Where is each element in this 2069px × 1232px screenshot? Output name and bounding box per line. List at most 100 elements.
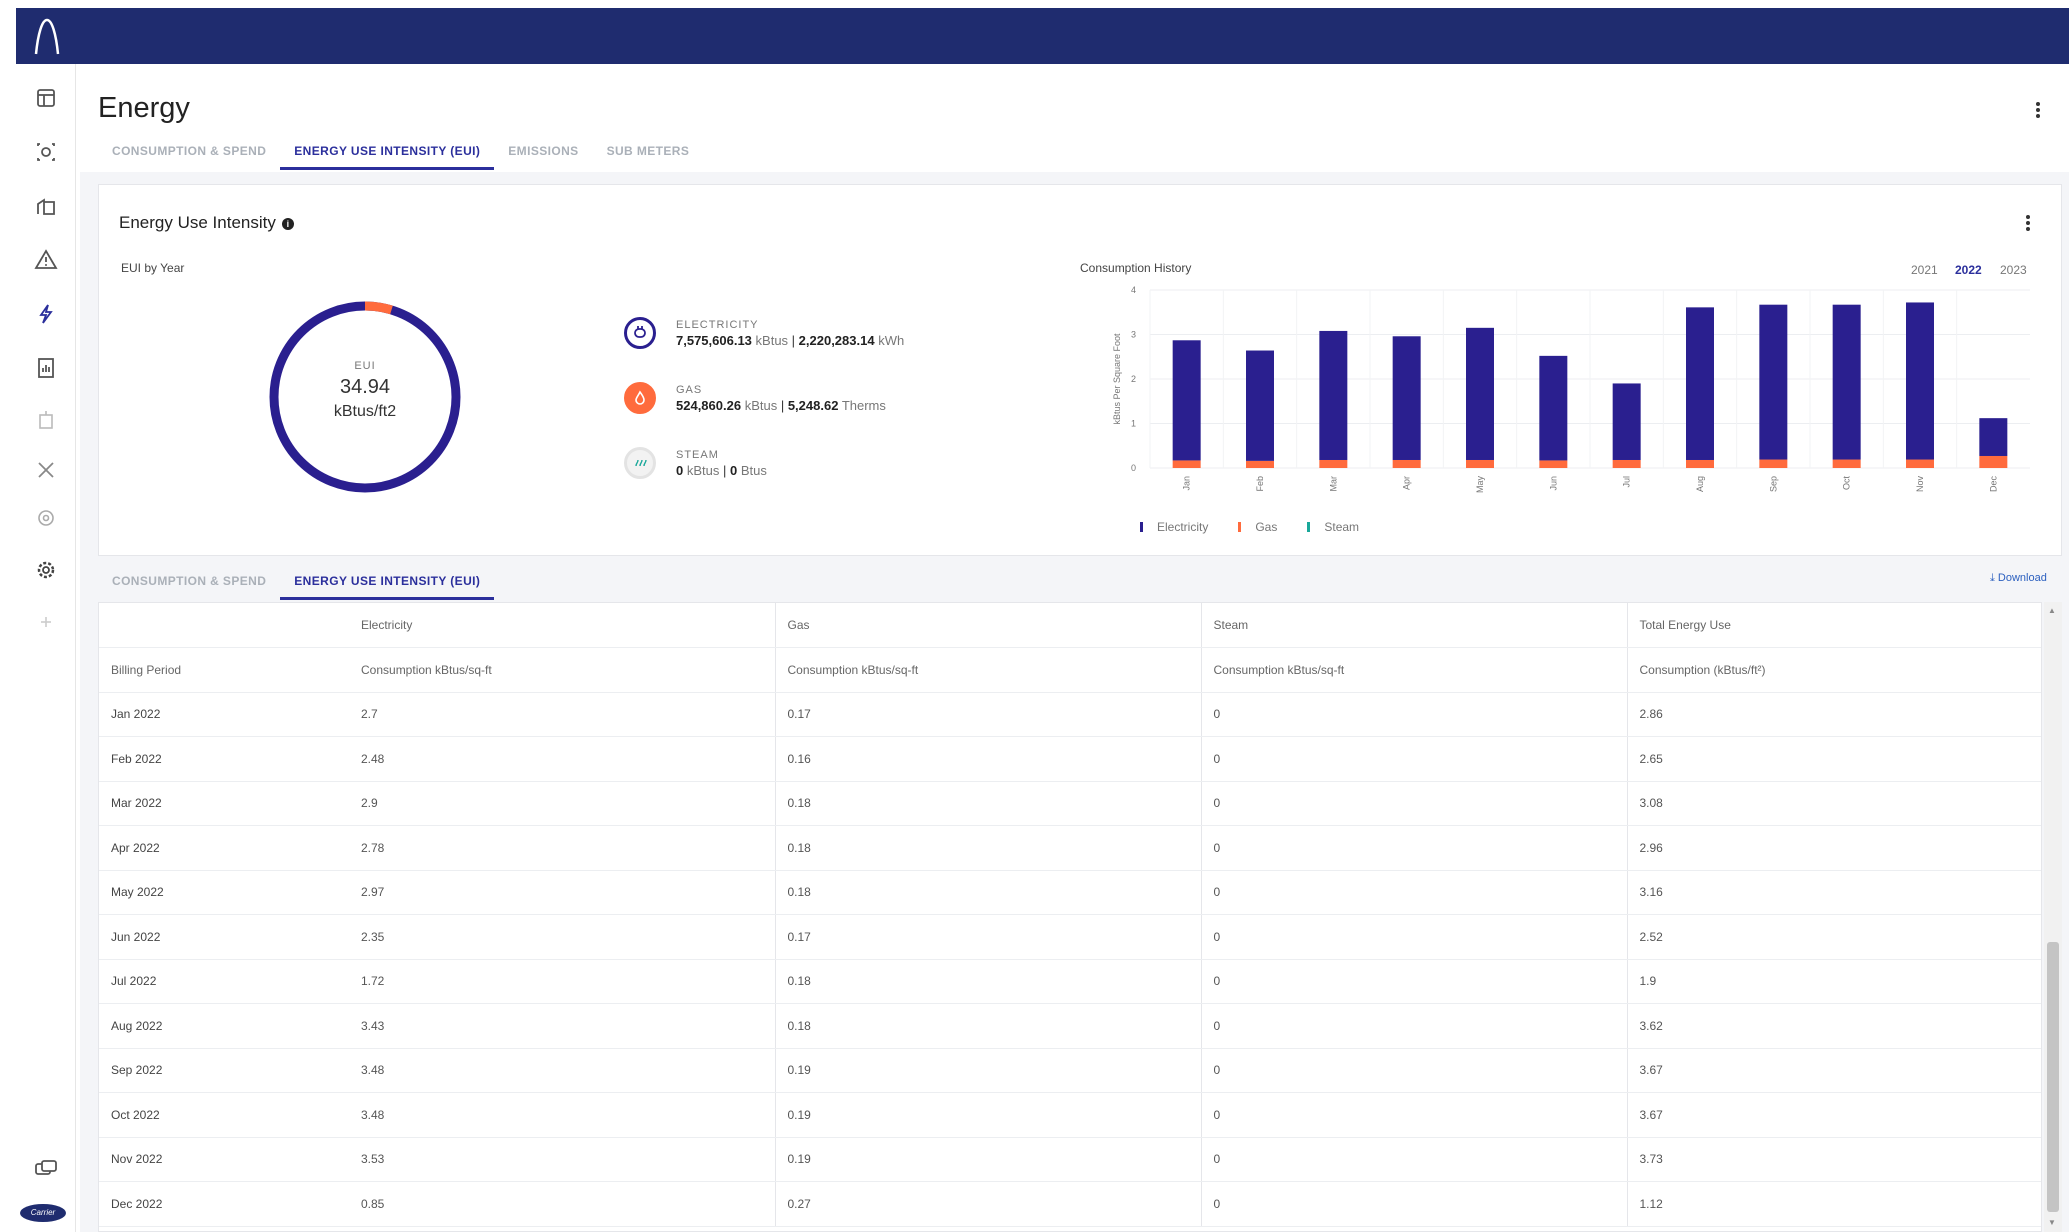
table-group-header <box>99 603 349 648</box>
scroll-down-icon[interactable]: ▼ <box>2048 1218 2056 1227</box>
eui-by-year-label: EUI by Year <box>121 261 185 275</box>
legend-value: 0 <box>729 463 738 478</box>
card-menu-icon[interactable] <box>2024 213 2032 235</box>
table-cell: 0.18 <box>774 781 1201 826</box>
x-tick-label: Oct <box>1842 476 1852 491</box>
table-group-header: Steam <box>1200 603 1627 648</box>
table-cell: 0.18 <box>774 1003 1201 1049</box>
table-cell: 3.08 <box>1626 781 2041 826</box>
table-cell: 2.78 <box>349 825 775 871</box>
table-cell: 2.97 <box>349 870 775 915</box>
bar-electricity <box>1246 350 1274 461</box>
tab-consumption-spend[interactable]: CONSUMPTION & SPEND <box>98 140 280 170</box>
x-tick-label: Feb <box>1255 476 1265 492</box>
billing-period-cell: Aug 2022 <box>99 1003 349 1049</box>
table-cell: 2.86 <box>1626 692 2041 737</box>
tab-eui[interactable]: ENERGY USE INTENSITY (EUI) <box>280 140 495 170</box>
y-tick-label: 2 <box>1131 374 1136 384</box>
card-title-text: Energy Use Intensity <box>119 213 276 232</box>
table-cell: 3.53 <box>349 1137 775 1182</box>
chart-legend-steam[interactable]: Steam <box>1307 520 1359 534</box>
billing-period-cell: Jun 2022 <box>99 914 349 960</box>
scroll-up-icon[interactable]: ▲ <box>2048 606 2056 615</box>
table-cell: 3.43 <box>349 1003 775 1049</box>
legend-unit: Therms <box>841 398 886 413</box>
table-cell: 0.27 <box>774 1181 1201 1227</box>
x-tick-label: Jul <box>1622 476 1632 488</box>
year-2023-button[interactable]: 2023 <box>2000 263 2027 277</box>
table-group-header-row: Electricity Gas Steam Total Energy Use <box>99 603 2041 648</box>
table-tab-eui[interactable]: ENERGY USE INTENSITY (EUI) <box>280 570 495 600</box>
target-icon[interactable] <box>32 504 60 532</box>
bar-electricity <box>1906 302 1934 460</box>
chat-icon[interactable] <box>32 1156 60 1184</box>
steam-icon <box>624 447 656 479</box>
hub-icon[interactable] <box>32 138 60 166</box>
settings-icon[interactable] <box>32 556 60 584</box>
tab-emissions[interactable]: EMISSIONS <box>494 140 592 170</box>
alert-icon[interactable] <box>32 246 60 274</box>
app-logo-icon[interactable] <box>30 14 64 58</box>
table-sub-header[interactable]: Consumption kBtus/sq-ft <box>774 647 1201 693</box>
table-sub-header[interactable]: Billing Period <box>99 647 349 693</box>
table-cell: 0.17 <box>774 914 1201 960</box>
table-cell: 0 <box>1200 1181 1627 1227</box>
report-icon[interactable] <box>32 354 60 382</box>
table-cell: 0 <box>1200 825 1627 871</box>
table-cell: 0.19 <box>774 1092 1201 1138</box>
tools-icon[interactable] <box>32 456 60 484</box>
table-cell: 0.18 <box>774 959 1201 1004</box>
x-tick-label: Sep <box>1768 476 1778 492</box>
buildings-icon[interactable] <box>32 192 60 220</box>
table-tab-consumption-spend[interactable]: CONSUMPTION & SPEND <box>98 570 280 600</box>
bar-gas <box>1246 460 1274 468</box>
chart-legend-gas[interactable]: Gas <box>1238 520 1277 534</box>
energy-bolt-icon[interactable] <box>32 300 60 328</box>
download-icon: ⤓ <box>1990 572 1998 584</box>
x-tick-label: Jan <box>1182 476 1192 491</box>
table-scrollbar-thumb[interactable] <box>2047 942 2059 1212</box>
table-sub-header[interactable]: Consumption kBtus/sq-ft <box>349 647 775 693</box>
table-cell: 3.48 <box>349 1048 775 1093</box>
table-cell: 0.19 <box>774 1048 1201 1093</box>
x-tick-label: Dec <box>1988 476 1998 493</box>
bar-electricity <box>1539 355 1568 461</box>
y-tick-label: 1 <box>1131 419 1136 429</box>
download-link[interactable]: ⤓ Download <box>1990 572 2047 585</box>
info-icon[interactable]: i <box>281 218 294 230</box>
table-cell: 0 <box>1200 1092 1627 1138</box>
table-row: Jun 2022 2.35 0.17 0 2.52 <box>99 914 2041 960</box>
year-2022-button[interactable]: 2022 <box>1955 263 1982 277</box>
billing-period-cell: Dec 2022 <box>99 1181 349 1227</box>
x-tick-label: Mar <box>1328 476 1338 492</box>
billing-period-cell: Oct 2022 <box>99 1092 349 1138</box>
dashboard-icon[interactable] <box>32 84 60 112</box>
building-icon[interactable] <box>32 406 60 434</box>
table-cell: 0 <box>1200 914 1627 960</box>
chart-legend-electricity[interactable]: Electricity <box>1140 520 1208 534</box>
table-sub-header[interactable]: Consumption kBtus/sq-ft <box>1200 647 1627 693</box>
download-label: Download <box>1997 572 2047 584</box>
bar-electricity <box>1612 383 1641 460</box>
year-2021-button[interactable]: 2021 <box>1911 263 1938 277</box>
page-menu-icon[interactable] <box>2034 100 2042 122</box>
billing-period-cell: Apr 2022 <box>99 825 349 871</box>
table-group-header: Electricity <box>349 603 775 648</box>
table-group-header: Gas <box>774 603 1201 648</box>
legend-unit: kWh <box>878 333 905 348</box>
legend-name: STEAM <box>676 449 719 461</box>
table-cell: 1.72 <box>349 959 775 1004</box>
plus-icon[interactable] <box>32 608 60 636</box>
table-row: Nov 2022 3.53 0.19 0 3.73 <box>99 1137 2041 1182</box>
main-tabs: CONSUMPTION & SPEND ENERGY USE INTENSITY… <box>98 140 703 170</box>
table-cell: 0 <box>1200 870 1627 915</box>
table-cell: 3.67 <box>1626 1092 2041 1138</box>
billing-period-cell: Sep 2022 <box>99 1048 349 1093</box>
legend-unit: Btus <box>740 463 767 478</box>
billing-period-cell: Jan 2022 <box>99 692 349 737</box>
table-cell: 0.16 <box>774 736 1201 782</box>
table-sub-header[interactable]: Consumption (kBtus/ft²) <box>1626 647 2041 693</box>
tab-sub-meters[interactable]: SUB METERS <box>593 140 704 170</box>
legend-unit: kBtus <box>744 398 778 413</box>
bar-gas <box>1906 459 1934 468</box>
